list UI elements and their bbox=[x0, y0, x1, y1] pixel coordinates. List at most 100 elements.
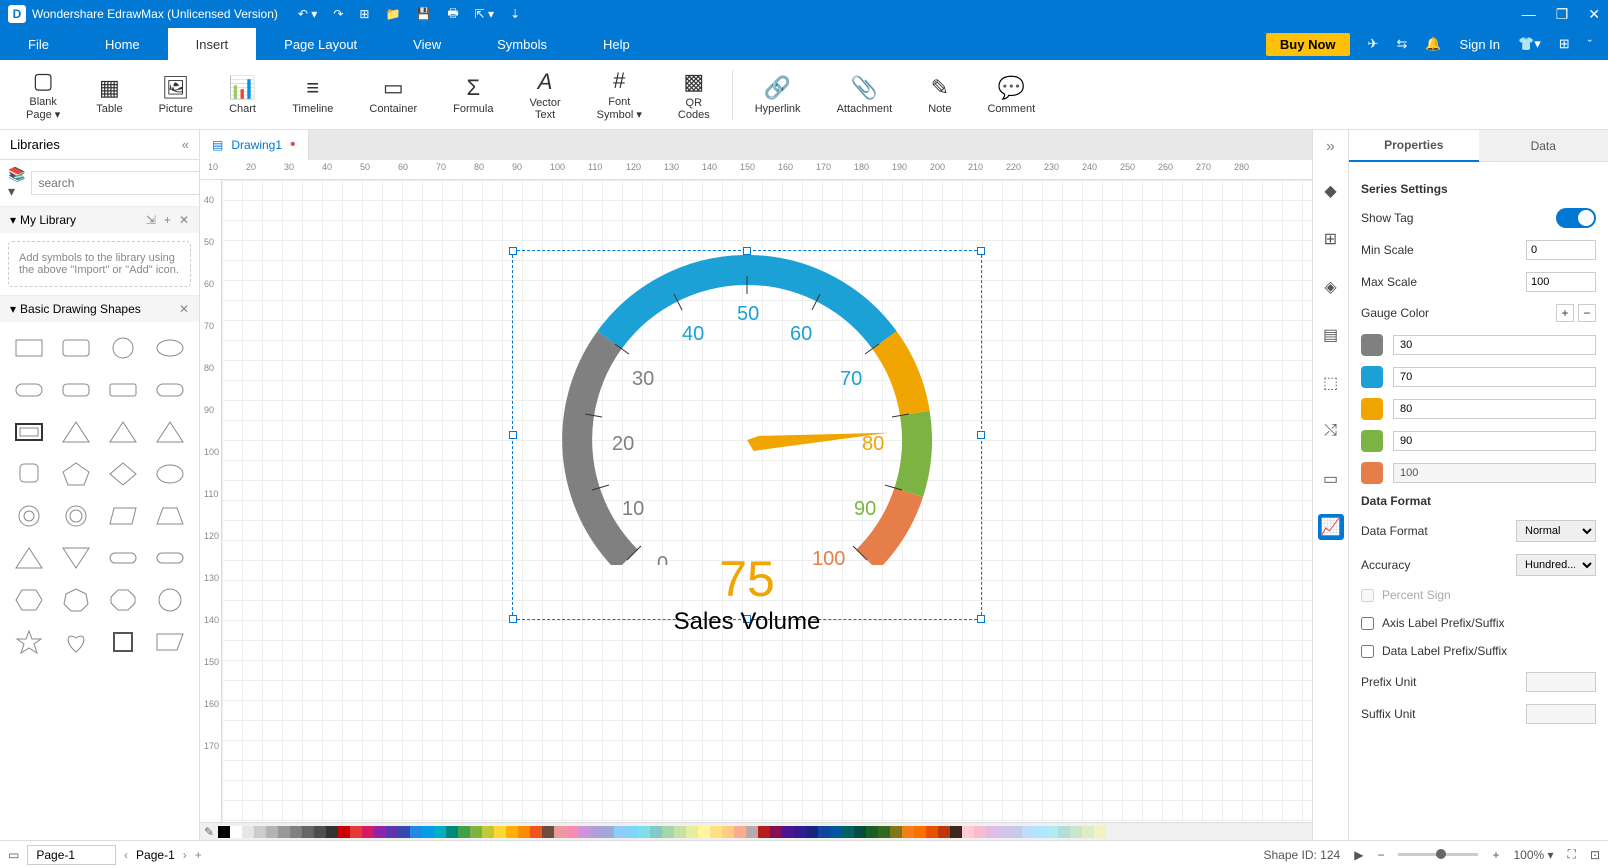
grid-icon[interactable]: ⊞ bbox=[1559, 36, 1570, 52]
color-cell[interactable] bbox=[758, 826, 770, 838]
prev-page-icon[interactable]: ‹ bbox=[124, 848, 128, 862]
accuracy-select[interactable]: Hundred... bbox=[1516, 554, 1596, 576]
color-cell[interactable] bbox=[422, 826, 434, 838]
color-cell[interactable] bbox=[482, 826, 494, 838]
chart-props-icon[interactable]: 📈 bbox=[1318, 514, 1344, 540]
color-cell[interactable] bbox=[962, 826, 974, 838]
color-cell[interactable] bbox=[542, 826, 554, 838]
color-cell[interactable] bbox=[386, 826, 398, 838]
shape-hexagon[interactable] bbox=[8, 582, 49, 618]
color-cell[interactable] bbox=[974, 826, 986, 838]
maximize-icon[interactable]: ❐ bbox=[1556, 6, 1569, 23]
color-value-3[interactable] bbox=[1393, 399, 1596, 419]
ribbon-blank-page[interactable]: ▢Blank Page ▾ bbox=[12, 68, 74, 121]
shape-heptagon[interactable] bbox=[55, 582, 96, 618]
color-cell[interactable] bbox=[830, 826, 842, 838]
color-cell[interactable] bbox=[314, 826, 326, 838]
undo-icon[interactable]: ↶ ▾ bbox=[298, 7, 317, 21]
color-cell[interactable] bbox=[254, 826, 266, 838]
color-cell[interactable] bbox=[554, 826, 566, 838]
ribbon-container[interactable]: ▭Container bbox=[355, 75, 431, 115]
color-cell[interactable] bbox=[806, 826, 818, 838]
color-value-5[interactable] bbox=[1393, 463, 1596, 483]
color-cell[interactable] bbox=[1082, 826, 1094, 838]
lib-menu-icon[interactable]: 📚▾ bbox=[8, 166, 25, 200]
color-cell[interactable] bbox=[842, 826, 854, 838]
send-icon[interactable]: ✈ bbox=[1368, 36, 1379, 52]
color-cell[interactable] bbox=[326, 826, 338, 838]
color-cell[interactable] bbox=[854, 826, 866, 838]
zoom-out-icon[interactable]: − bbox=[1377, 848, 1384, 862]
color-cell[interactable] bbox=[398, 826, 410, 838]
tab-data[interactable]: Data bbox=[1479, 130, 1608, 162]
color-cell[interactable] bbox=[914, 826, 926, 838]
fill-icon[interactable]: ◆ bbox=[1318, 178, 1344, 204]
shape-triangle-down[interactable] bbox=[55, 540, 96, 576]
color-swatch-2[interactable] bbox=[1361, 366, 1383, 388]
color-cell[interactable] bbox=[998, 826, 1010, 838]
page-icon[interactable]: ▤ bbox=[1318, 322, 1344, 348]
color-cell[interactable] bbox=[302, 826, 314, 838]
color-cell[interactable] bbox=[614, 826, 626, 838]
color-cell[interactable] bbox=[938, 826, 950, 838]
color-cell[interactable] bbox=[818, 826, 830, 838]
menu-view[interactable]: View bbox=[385, 28, 469, 60]
color-cell[interactable] bbox=[1046, 826, 1058, 838]
color-cell[interactable] bbox=[722, 826, 734, 838]
shape-circle[interactable] bbox=[103, 330, 144, 366]
color-cell[interactable] bbox=[374, 826, 386, 838]
menu-help[interactable]: Help bbox=[575, 28, 658, 60]
color-cell[interactable] bbox=[410, 826, 422, 838]
color-cell[interactable] bbox=[338, 826, 350, 838]
color-cell[interactable] bbox=[446, 826, 458, 838]
color-cell[interactable] bbox=[986, 826, 998, 838]
color-swatch-3[interactable] bbox=[1361, 398, 1383, 420]
color-cell[interactable] bbox=[1010, 826, 1022, 838]
shape-ring[interactable] bbox=[8, 498, 49, 534]
zoom-value[interactable]: 100% ▾ bbox=[1513, 848, 1553, 862]
zoom-in-icon[interactable]: + bbox=[1492, 848, 1499, 862]
color-value-4[interactable] bbox=[1393, 431, 1596, 451]
menu-page-layout[interactable]: Page Layout bbox=[256, 28, 385, 60]
grid-icon[interactable]: ⊞ bbox=[1318, 226, 1344, 252]
color-cell[interactable] bbox=[686, 826, 698, 838]
shape-rounded[interactable] bbox=[55, 372, 96, 408]
color-cell[interactable] bbox=[902, 826, 914, 838]
color-cell[interactable] bbox=[578, 826, 590, 838]
play-icon[interactable]: ▶ bbox=[1354, 848, 1363, 862]
color-cell[interactable] bbox=[1070, 826, 1082, 838]
color-cell[interactable] bbox=[1022, 826, 1034, 838]
shape-triangle-up[interactable] bbox=[8, 540, 49, 576]
ribbon-chart[interactable]: 📊Chart bbox=[215, 75, 270, 115]
close-mylib-icon[interactable]: ✕ bbox=[179, 213, 189, 227]
max-scale-input[interactable] bbox=[1526, 272, 1596, 292]
color-cell[interactable] bbox=[590, 826, 602, 838]
shape-star[interactable] bbox=[8, 624, 49, 660]
shape-trapezoid[interactable] bbox=[150, 498, 191, 534]
color-cell[interactable] bbox=[746, 826, 758, 838]
color-cell[interactable] bbox=[518, 826, 530, 838]
color-cell[interactable] bbox=[266, 826, 278, 838]
color-cell[interactable] bbox=[566, 826, 578, 838]
page-tab-1[interactable]: Page-1 bbox=[136, 848, 175, 862]
shape-trapezoid2[interactable] bbox=[150, 624, 191, 660]
shirt-icon[interactable]: 👕▾ bbox=[1518, 36, 1541, 52]
shuffle-icon[interactable]: ⤭ bbox=[1318, 418, 1344, 444]
buy-now-button[interactable]: Buy Now bbox=[1266, 33, 1350, 56]
shape-parallelogram[interactable] bbox=[103, 498, 144, 534]
color-cell[interactable] bbox=[230, 826, 242, 838]
menu-home[interactable]: Home bbox=[77, 28, 168, 60]
page-layout-icon[interactable]: ▭ bbox=[8, 848, 19, 862]
color-cell[interactable] bbox=[662, 826, 674, 838]
ribbon-formula[interactable]: ΣFormula bbox=[439, 75, 507, 115]
color-cell[interactable] bbox=[950, 826, 962, 838]
shape-frame[interactable] bbox=[8, 414, 49, 450]
remove-color-button[interactable]: − bbox=[1578, 304, 1596, 322]
shape-oval[interactable] bbox=[150, 456, 191, 492]
shape-rect[interactable] bbox=[8, 330, 49, 366]
color-cell[interactable] bbox=[770, 826, 782, 838]
color-cell[interactable] bbox=[698, 826, 710, 838]
close-icon[interactable]: ✕ bbox=[1588, 6, 1600, 23]
close-shapes-icon[interactable]: ✕ bbox=[179, 302, 189, 316]
color-cell[interactable] bbox=[1094, 826, 1106, 838]
